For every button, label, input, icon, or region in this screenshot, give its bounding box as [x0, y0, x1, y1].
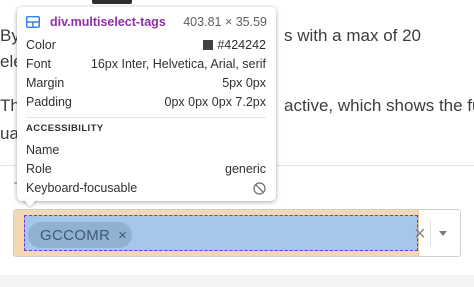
element-selector: div.multiselect-tags — [50, 15, 166, 29]
page-heading-fragment — [92, 0, 132, 4]
tooltip-pointer — [23, 199, 37, 207]
prop-value: 16px Inter, Helvetica, Arial, serif — [90, 57, 266, 71]
prop-value: 5px 0px — [222, 76, 266, 90]
dropdown-caret-icon[interactable] — [439, 231, 447, 236]
page-text-line-3-right: active, which shows the fu — [284, 96, 474, 115]
clear-all-icon[interactable]: × — [414, 224, 426, 244]
tag-label: GCCOMR — [40, 226, 111, 244]
color-swatch — [203, 40, 214, 50]
prop-key: Color — [26, 38, 56, 52]
prop-row-color: Color #424242 — [26, 36, 266, 54]
a11y-row-keyboard-focusable: Keyboard-focusable — [26, 179, 266, 197]
a11y-row-role: Role generic — [26, 160, 266, 178]
prop-value: #424242 — [203, 38, 266, 52]
accessibility-heading: ACCESSIBILITY — [26, 123, 104, 134]
element-dimensions: 403.81 × 35.59 — [183, 15, 267, 29]
prop-key: Margin — [26, 76, 65, 90]
prop-row-padding: Padding 0px 0px 0px 7.2px — [26, 93, 266, 111]
inspector-tooltip: div.multiselect-tags 403.81 × 35.59 Colo… — [17, 7, 276, 201]
prop-key: Padding — [26, 95, 72, 109]
prop-value: 0px 0px 0px 7.2px — [164, 95, 266, 109]
a11y-row-name: Name — [26, 141, 266, 159]
tooltip-divider — [26, 117, 266, 118]
a11y-value: generic — [225, 162, 266, 176]
grid-layout-icon — [26, 16, 40, 28]
a11y-key: Role — [26, 162, 52, 176]
indicator-separator — [430, 220, 431, 246]
prop-key: Font — [26, 57, 52, 71]
page-footer-band — [0, 275, 474, 287]
tooltip-header: div.multiselect-tags 403.81 × 35.59 — [26, 13, 267, 31]
tag-chip[interactable]: GCCOMR × — [28, 222, 132, 248]
prop-row-font: Font 16px Inter, Helvetica, Arial, serif — [26, 55, 266, 73]
tag-remove-icon[interactable]: × — [118, 228, 127, 243]
prop-row-margin: Margin 5px 0px — [26, 74, 266, 92]
page-text-line-1-right: s with a max of 20 — [284, 26, 422, 45]
a11y-key: Keyboard-focusable — [26, 181, 138, 195]
not-allowed-icon — [253, 181, 266, 195]
a11y-key: Name — [26, 143, 60, 157]
